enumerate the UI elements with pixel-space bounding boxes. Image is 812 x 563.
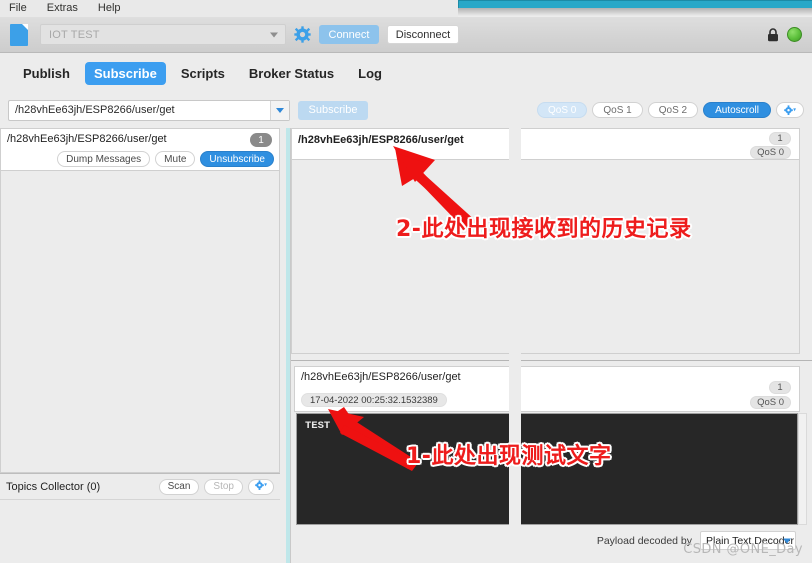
mqtt-client-window: File Extras Help IOT TEST Connect Discon… — [0, 0, 812, 563]
subscription-message-count: 1 — [250, 133, 272, 147]
topics-collector-options-button[interactable] — [248, 478, 274, 495]
topics-collector-header: Topics Collector (0) Scan Stop — [0, 473, 280, 500]
tab-bar: Publish Subscribe Scripts Broker Status … — [0, 54, 812, 92]
connect-button[interactable]: Connect — [319, 25, 379, 44]
subscribe-toolbar: /h28vhEe63jh/ESP8266/user/get Subscribe … — [0, 92, 812, 128]
main-content: /h28vhEe63jh/ESP8266/user/get 1 Dump Mes… — [0, 128, 812, 563]
subscriptions-column: /h28vhEe63jh/ESP8266/user/get 1 Dump Mes… — [0, 128, 286, 563]
document-icon[interactable] — [10, 23, 28, 46]
tab-scripts[interactable]: Scripts — [172, 62, 234, 85]
message-history-list — [291, 160, 800, 354]
message-history-item[interactable]: /h28vhEe63jh/ESP8266/user/get 1 QoS 0 — [291, 128, 800, 160]
payload-decoder-label: Payload decoded by — [596, 534, 692, 547]
messages-column: /h28vhEe63jh/ESP8266/user/get 1 QoS 0 /h… — [291, 128, 812, 563]
qos-1-button[interactable]: QoS 1 — [592, 102, 643, 118]
gear-icon[interactable] — [294, 26, 311, 43]
connection-profile-value: IOT TEST — [49, 28, 100, 41]
topic-dropdown-button[interactable] — [270, 100, 289, 120]
message-history-qos: QoS 0 — [750, 146, 791, 159]
lock-icon — [767, 27, 779, 42]
tab-subscribe[interactable]: Subscribe — [84, 61, 166, 85]
message-history-topic: /h28vhEe63jh/ESP8266/user/get — [298, 134, 464, 146]
cog-dropdown-icon — [784, 104, 796, 116]
background-window-titlebar — [458, 0, 812, 8]
message-timestamp: 17-04-2022 00:25:32.1532389 — [301, 393, 447, 407]
annotation-label-1: 1-此处出现测试文字 — [406, 444, 612, 469]
background-window-shadow — [452, 8, 812, 16]
subscribe-button[interactable]: Subscribe — [298, 100, 368, 120]
topics-collector-tools: Scan Stop — [158, 478, 274, 495]
scan-button[interactable]: Scan — [158, 478, 200, 495]
message-detail-qos: QoS 0 — [750, 396, 791, 409]
tab-publish[interactable]: Publish — [14, 62, 79, 85]
chevron-down-icon — [276, 107, 284, 113]
autoscroll-toggle[interactable]: Autoscroll — [703, 102, 771, 118]
message-history-count: 1 — [769, 132, 791, 145]
menu-item-help[interactable]: Help — [88, 0, 131, 17]
subscribe-topic-input[interactable]: /h28vhEe63jh/ESP8266/user/get — [8, 99, 290, 121]
menubar: File Extras Help — [0, 0, 458, 17]
payload-scrollbar[interactable] — [798, 413, 807, 525]
connection-profile-select[interactable]: IOT TEST — [40, 24, 286, 45]
watermark: CSDN @ONE_Day — [683, 542, 803, 557]
stop-button[interactable]: Stop — [204, 478, 243, 495]
menu-item-extras[interactable]: Extras — [37, 0, 88, 17]
qos-toolbar: QoS 0 QoS 1 QoS 2 Autoscroll — [537, 102, 804, 118]
connection-status-group — [767, 27, 802, 42]
subscription-actions: Dump Messages Mute Unsubscribe — [57, 151, 274, 167]
message-detail-count: 1 — [769, 381, 791, 394]
mute-button[interactable]: Mute — [155, 151, 196, 167]
connection-toolbar: IOT TEST Connect Disconnect — [0, 17, 812, 53]
subscriptions-list-body — [0, 171, 280, 473]
topics-collector-title: Topics Collector (0) — [6, 480, 101, 493]
chevron-down-icon — [270, 32, 278, 37]
qos-0-button[interactable]: QoS 0 — [537, 102, 588, 118]
annotation-label-2: 2-此处出现接收到的历史记录 — [396, 217, 692, 242]
unsubscribe-button[interactable]: Unsubscribe — [200, 151, 274, 167]
cog-dropdown-icon — [255, 479, 267, 494]
disconnect-button[interactable]: Disconnect — [387, 25, 459, 44]
subscription-item[interactable]: /h28vhEe63jh/ESP8266/user/get 1 Dump Mes… — [0, 128, 280, 171]
payload-text: TEST — [305, 420, 331, 432]
qos-2-button[interactable]: QoS 2 — [647, 102, 699, 118]
message-detail-topic: /h28vhEe63jh/ESP8266/user/get — [301, 371, 461, 383]
dump-messages-button[interactable]: Dump Messages — [57, 151, 151, 167]
subscribe-options-button[interactable] — [776, 102, 804, 118]
message-detail-header[interactable]: /h28vhEe63jh/ESP8266/user/get 17-04-2022… — [294, 366, 800, 412]
tab-broker-status[interactable]: Broker Status — [240, 62, 343, 85]
right-gutter — [509, 128, 521, 563]
tab-log[interactable]: Log — [349, 62, 391, 85]
subscription-topic: /h28vhEe63jh/ESP8266/user/get — [7, 133, 167, 145]
status-badge — [787, 27, 802, 42]
topics-collector-body — [0, 500, 280, 563]
menu-item-file[interactable]: File — [0, 0, 37, 17]
subscribe-topic-value: /h28vhEe63jh/ESP8266/user/get — [15, 104, 175, 116]
